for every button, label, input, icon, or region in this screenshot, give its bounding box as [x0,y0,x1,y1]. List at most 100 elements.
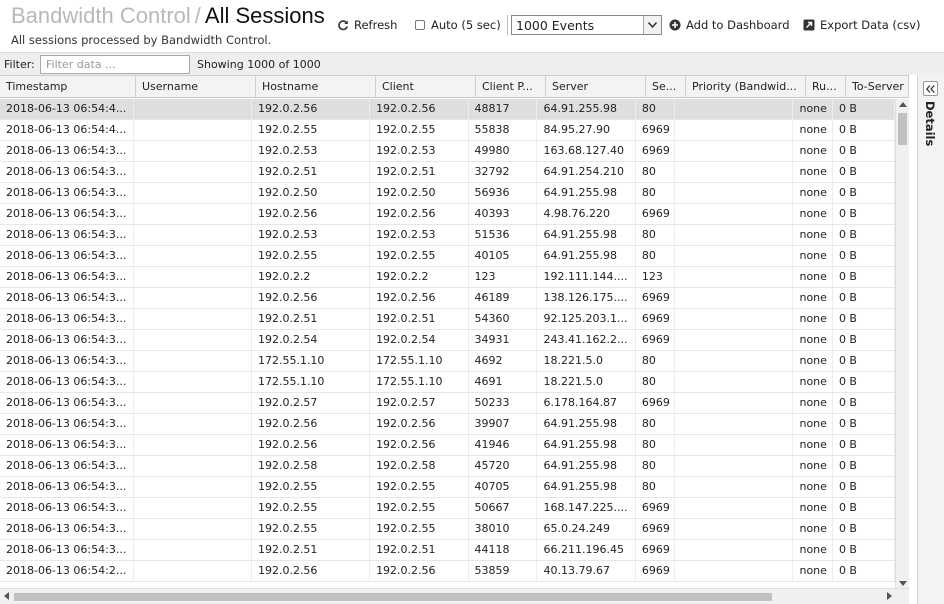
horizontal-scroll-thumb[interactable] [14,593,772,601]
cell-server: 4.98.76.220 [537,204,636,224]
table-row[interactable]: 2018-06-13 06:54:3... 192.0.2.55 192.0.2.5… [0,477,895,498]
column-header-client-port[interactable]: Client P... [476,76,546,98]
cell-priority [675,456,794,476]
table-row[interactable]: 2018-06-13 06:54:3... 192.0.2.56 192.0.2.5… [0,288,895,309]
cell-server: 64.91.255.98 [537,456,636,476]
cell-hostname: 192.0.2.51 [252,309,371,329]
cell-timestamp: 2018-06-13 06:54:3... [0,267,134,287]
cell-client: 192.0.2.55 [370,498,469,518]
table-row[interactable]: 2018-06-13 06:54:3... 192.0.2.58 192.0.2.5… [0,456,895,477]
cell-hostname: 192.0.2.2 [252,267,371,287]
cell-username [134,120,252,140]
cell-timestamp: 2018-06-13 06:54:3... [0,246,134,266]
cell-server-port: 80 [636,477,676,497]
table-row[interactable]: 2018-06-13 06:54:3... 192.0.2.55 192.0.2.5… [0,498,895,519]
cell-priority [675,414,794,434]
column-header-timestamp[interactable]: Timestamp [0,76,136,98]
column-header-server-port[interactable]: Se... [646,76,686,98]
table-row[interactable]: 2018-06-13 06:54:3... 192.0.2.51 192.0.2.5… [0,309,895,330]
cell-to-server: 0 B [833,561,895,581]
table-row[interactable]: 2018-06-13 06:54:3... 192.0.2.56 192.0.2.5… [0,435,895,456]
table-row[interactable]: 2018-06-13 06:54:3... 192.0.2.55 192.0.2.5… [0,519,895,540]
table-row[interactable]: 2018-06-13 06:54:4... 192.0.2.55 192.0.2.5… [0,120,895,141]
cell-server-port: 80 [636,414,676,434]
cell-username [134,372,252,392]
table-row[interactable]: 2018-06-13 06:54:3... 192.0.2.2 192.0.2.2 1… [0,267,895,288]
table-row[interactable]: 2018-06-13 06:54:3... 192.0.2.53 192.0.2.5… [0,141,895,162]
cell-rule: none [793,330,833,350]
scroll-down-icon[interactable] [899,581,907,587]
cell-rule: none [793,267,833,287]
cell-client-port: 40105 [469,246,538,266]
column-header-rule[interactable]: Ru... [806,76,846,98]
cell-username [134,393,252,413]
cell-rule: none [793,183,833,203]
cell-priority [675,351,794,371]
cell-client-port: 32792 [469,162,538,182]
auto-refresh-toggle[interactable]: Auto (5 sec) [415,16,501,33]
export-csv-button[interactable]: Export Data (csv) [803,16,921,33]
scroll-left-icon[interactable] [3,592,9,600]
table-row[interactable]: 2018-06-13 06:54:2... 192.0.2.56 192.0.2.5… [0,561,895,582]
vertical-scrollbar[interactable] [895,99,909,589]
refresh-icon [338,19,348,30]
cell-priority [675,99,794,119]
table-row[interactable]: 2018-06-13 06:54:3... 192.0.2.51 192.0.2.5… [0,540,895,561]
table-row[interactable]: 2018-06-13 06:54:3... 172.55.1.10 172.55.1… [0,372,895,393]
table-row[interactable]: 2018-06-13 06:54:3... 192.0.2.55 192.0.2.5… [0,246,895,267]
chevron-down-icon[interactable] [643,16,661,34]
filter-input[interactable] [40,55,190,74]
showing-count: Showing 1000 of 1000 [197,58,321,71]
details-toggle-button[interactable] [923,81,938,96]
table-row[interactable]: 2018-06-13 06:54:3... 192.0.2.51 192.0.2.5… [0,162,895,183]
details-label[interactable]: Details [923,101,937,146]
column-header-server[interactable]: Server [546,76,646,98]
toolbar-divider [507,15,508,35]
column-header-client[interactable]: Client [376,76,476,98]
scroll-right-icon[interactable] [887,592,893,600]
add-to-dashboard-button[interactable]: Add to Dashboard [669,16,790,33]
cell-to-server: 0 B [833,246,895,266]
filter-bar: Filter: Showing 1000 of 1000 [0,52,944,75]
cell-to-server: 0 B [833,330,895,350]
cell-priority [675,435,794,455]
cell-to-server: 0 B [833,435,895,455]
cell-rule: none [793,246,833,266]
app-title[interactable]: Bandwidth Control [11,3,191,28]
column-header-username[interactable]: Username [136,76,256,98]
table-row[interactable]: 2018-06-13 06:54:3... 172.55.1.10 172.55.1… [0,351,895,372]
table-row[interactable]: 2018-06-13 06:54:3... 192.0.2.57 192.0.2.5… [0,393,895,414]
cell-client: 192.0.2.55 [370,120,469,140]
column-header-to-server[interactable]: To-Server [846,76,909,98]
scroll-up-icon[interactable] [899,101,907,107]
cell-client-port: 46189 [469,288,538,308]
table-row[interactable]: 2018-06-13 06:54:3... 192.0.2.56 192.0.2.5… [0,414,895,435]
auto-refresh-checkbox[interactable] [415,19,425,30]
cell-timestamp: 2018-06-13 06:54:3... [0,456,134,476]
vertical-scroll-thumb[interactable] [898,113,907,145]
table-row[interactable]: 2018-06-13 06:54:3... 192.0.2.50 192.0.2.5… [0,183,895,204]
cell-client-port: 123 [469,267,538,287]
table-row[interactable]: 2018-06-13 06:54:3... 192.0.2.53 192.0.2.5… [0,225,895,246]
cell-server: 243.41.162.2... [537,330,636,350]
cell-timestamp: 2018-06-13 06:54:3... [0,435,134,455]
cell-to-server: 0 B [833,456,895,476]
cell-client-port: 4692 [469,351,538,371]
page-title-text: All Sessions [204,3,325,28]
events-count-select[interactable]: 1000 Events [511,15,662,35]
table-row[interactable]: 2018-06-13 06:54:4... 192.0.2.56 192.0.2.5… [0,99,895,120]
column-header-priority[interactable]: Priority (Bandwid... [686,76,806,98]
cell-server: 18.221.5.0 [537,351,636,371]
cell-timestamp: 2018-06-13 06:54:3... [0,498,134,518]
cell-server-port: 80 [636,246,676,266]
cell-server-port: 80 [636,183,676,203]
column-header-hostname[interactable]: Hostname [256,76,376,98]
cell-to-server: 0 B [833,288,895,308]
cell-hostname: 192.0.2.51 [252,540,371,560]
table-row[interactable]: 2018-06-13 06:54:3... 192.0.2.56 192.0.2.5… [0,204,895,225]
horizontal-scrollbar[interactable] [0,588,909,604]
cell-client-port: 53859 [469,561,538,581]
refresh-button[interactable]: Refresh [337,16,397,33]
cell-client: 192.0.2.55 [370,246,469,266]
table-row[interactable]: 2018-06-13 06:54:3... 192.0.2.54 192.0.2.5… [0,330,895,351]
